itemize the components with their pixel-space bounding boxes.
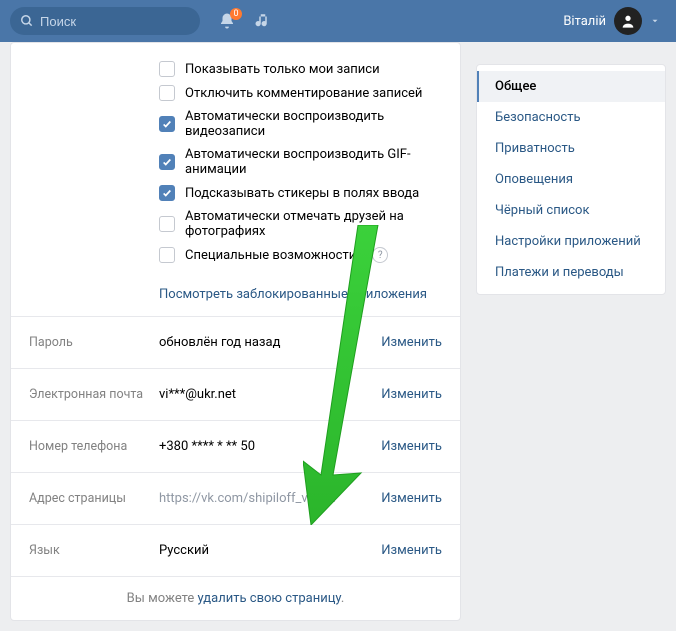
change-address-link[interactable]: Изменить — [381, 491, 442, 506]
checkbox-label: Показывать только мои записи — [185, 62, 380, 77]
help-icon[interactable]: ? — [372, 247, 388, 263]
chevron-down-icon — [650, 16, 660, 26]
row-value: +380 **** * ** 50 — [159, 439, 381, 454]
delete-suffix: . — [341, 591, 344, 606]
row-label: Электронная почта — [29, 387, 159, 402]
checkbox-row: Специальные возможности? — [159, 243, 460, 267]
row-value: обновлён год назад — [159, 335, 381, 350]
checkbox[interactable] — [159, 216, 175, 232]
checkbox[interactable] — [159, 185, 175, 201]
row-label: Пароль — [29, 335, 159, 350]
row-label: Язык — [29, 543, 159, 558]
row-phone: Номер телефона +380 **** * ** 50 Изменит… — [11, 420, 460, 472]
row-value: vi***@ukr.net — [159, 387, 381, 402]
change-phone-link[interactable]: Изменить — [381, 439, 442, 454]
blocked-apps-row: Посмотреть заблокированные приложения — [11, 277, 460, 316]
checkbox-label: Автоматически воспроизводить видеозаписи — [185, 109, 460, 139]
sidebar-item[interactable]: Безопасность — [477, 102, 665, 133]
delete-account-row: Вы можете удалить свою страницу. — [11, 576, 460, 610]
notifications-button[interactable]: 0 — [218, 12, 236, 30]
sidebar-item[interactable]: Чёрный список — [477, 195, 665, 226]
username: Віталій — [563, 14, 606, 29]
row-address: Адрес страницы https://vk.com/shipiloff_… — [11, 472, 460, 524]
topbar: 0 Віталій — [0, 0, 676, 42]
sidebar-item[interactable]: Оповещения — [477, 164, 665, 195]
user-menu[interactable]: Віталій — [563, 7, 666, 35]
checkbox-label: Автоматически воспроизводить GIF-анимаци… — [185, 147, 460, 177]
avatar — [614, 7, 642, 35]
search-input[interactable] — [40, 14, 180, 29]
row-email: Электронная почта vi***@ukr.net Изменить — [11, 368, 460, 420]
settings-checkboxes: Показывать только мои записи Отключить ко… — [11, 43, 460, 277]
checkbox-row: Автоматически воспроизводить видеозаписи — [159, 105, 460, 143]
sidebar-item[interactable]: Платежи и переводы — [477, 257, 665, 288]
settings-main-panel: Показывать только мои записи Отключить ко… — [10, 42, 461, 621]
music-icon — [254, 12, 272, 30]
checkbox[interactable] — [159, 154, 175, 170]
settings-sidebar: ОбщееБезопасностьПриватностьОповещенияЧё… — [476, 64, 666, 295]
delete-account-link[interactable]: удалить свою страницу — [198, 591, 341, 606]
delete-prefix: Вы можете — [127, 591, 198, 606]
checkbox-row: Автоматически воспроизводить GIF-анимаци… — [159, 143, 460, 181]
row-value: Русский — [159, 543, 381, 558]
change-language-link[interactable]: Изменить — [381, 543, 442, 558]
row-language: Язык Русский Изменить — [11, 524, 460, 576]
checkbox-row: Отключить комментирование записей — [159, 81, 460, 105]
checkbox-label: Отключить комментирование записей — [185, 86, 422, 101]
sidebar-item[interactable]: Настройки приложений — [477, 226, 665, 257]
change-password-link[interactable]: Изменить — [381, 335, 442, 350]
checkbox[interactable] — [159, 85, 175, 101]
notif-badge: 0 — [230, 8, 242, 20]
avatar-placeholder-icon — [620, 13, 636, 29]
blocked-apps-link[interactable]: Посмотреть заблокированные приложения — [159, 287, 427, 302]
row-value: https://vk.com/shipiloff_vitalik — [159, 491, 381, 506]
checkbox-label: Автоматически отмечать друзей на фотогра… — [185, 209, 460, 239]
checkbox[interactable] — [159, 116, 175, 132]
checkbox-label: Специальные возможности — [185, 248, 356, 263]
row-label: Адрес страницы — [29, 491, 159, 506]
checkbox-label: Подсказывать стикеры в полях ввода — [185, 186, 419, 201]
music-button[interactable] — [254, 12, 272, 30]
sidebar-item[interactable]: Приватность — [477, 133, 665, 164]
checkbox-row: Показывать только мои записи — [159, 57, 460, 81]
checkbox[interactable] — [159, 61, 175, 77]
checkbox-row: Подсказывать стикеры в полях ввода — [159, 181, 460, 205]
checkbox[interactable] — [159, 247, 175, 263]
search-icon — [20, 14, 34, 28]
sidebar-item[interactable]: Общее — [477, 71, 665, 102]
row-password: Пароль обновлён год назад Изменить — [11, 316, 460, 368]
search-box[interactable] — [10, 7, 200, 35]
row-label: Номер телефона — [29, 439, 159, 454]
change-email-link[interactable]: Изменить — [381, 387, 442, 402]
checkbox-row: Автоматически отмечать друзей на фотогра… — [159, 205, 460, 243]
